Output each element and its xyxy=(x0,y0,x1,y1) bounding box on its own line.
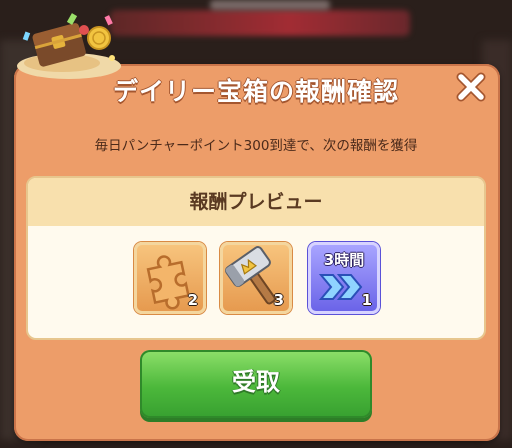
background-banner xyxy=(110,10,410,36)
reward-item-count: 2 xyxy=(187,291,198,309)
reward-item-count: 3 xyxy=(273,291,284,309)
close-icon[interactable] xyxy=(452,68,490,106)
reward-item-count: 1 xyxy=(361,291,372,309)
receive-button[interactable]: 受取 xyxy=(140,350,372,418)
reward-item-hammer[interactable]: 3 xyxy=(220,242,292,314)
reward-preview-header: 報酬プレビュー xyxy=(28,178,484,226)
reward-item-puzzle[interactable]: 2 xyxy=(134,242,206,314)
game-screen: デイリー宝箱の報酬確認 毎日パンチャーポイント300到達で、次の報酬を獲得 報酬… xyxy=(0,0,512,448)
dialog-title: デイリー宝箱の報酬確認 xyxy=(112,77,399,106)
reward-item-duration: 3時間 xyxy=(323,251,365,269)
reward-item-time-boost[interactable]: 3時間 1 xyxy=(308,242,380,314)
dialog-subtitle: 毎日パンチャーポイント300到達で、次の報酬を獲得 xyxy=(94,138,418,154)
background-banner-text xyxy=(210,0,330,10)
treasure-chest-icon xyxy=(17,13,121,79)
